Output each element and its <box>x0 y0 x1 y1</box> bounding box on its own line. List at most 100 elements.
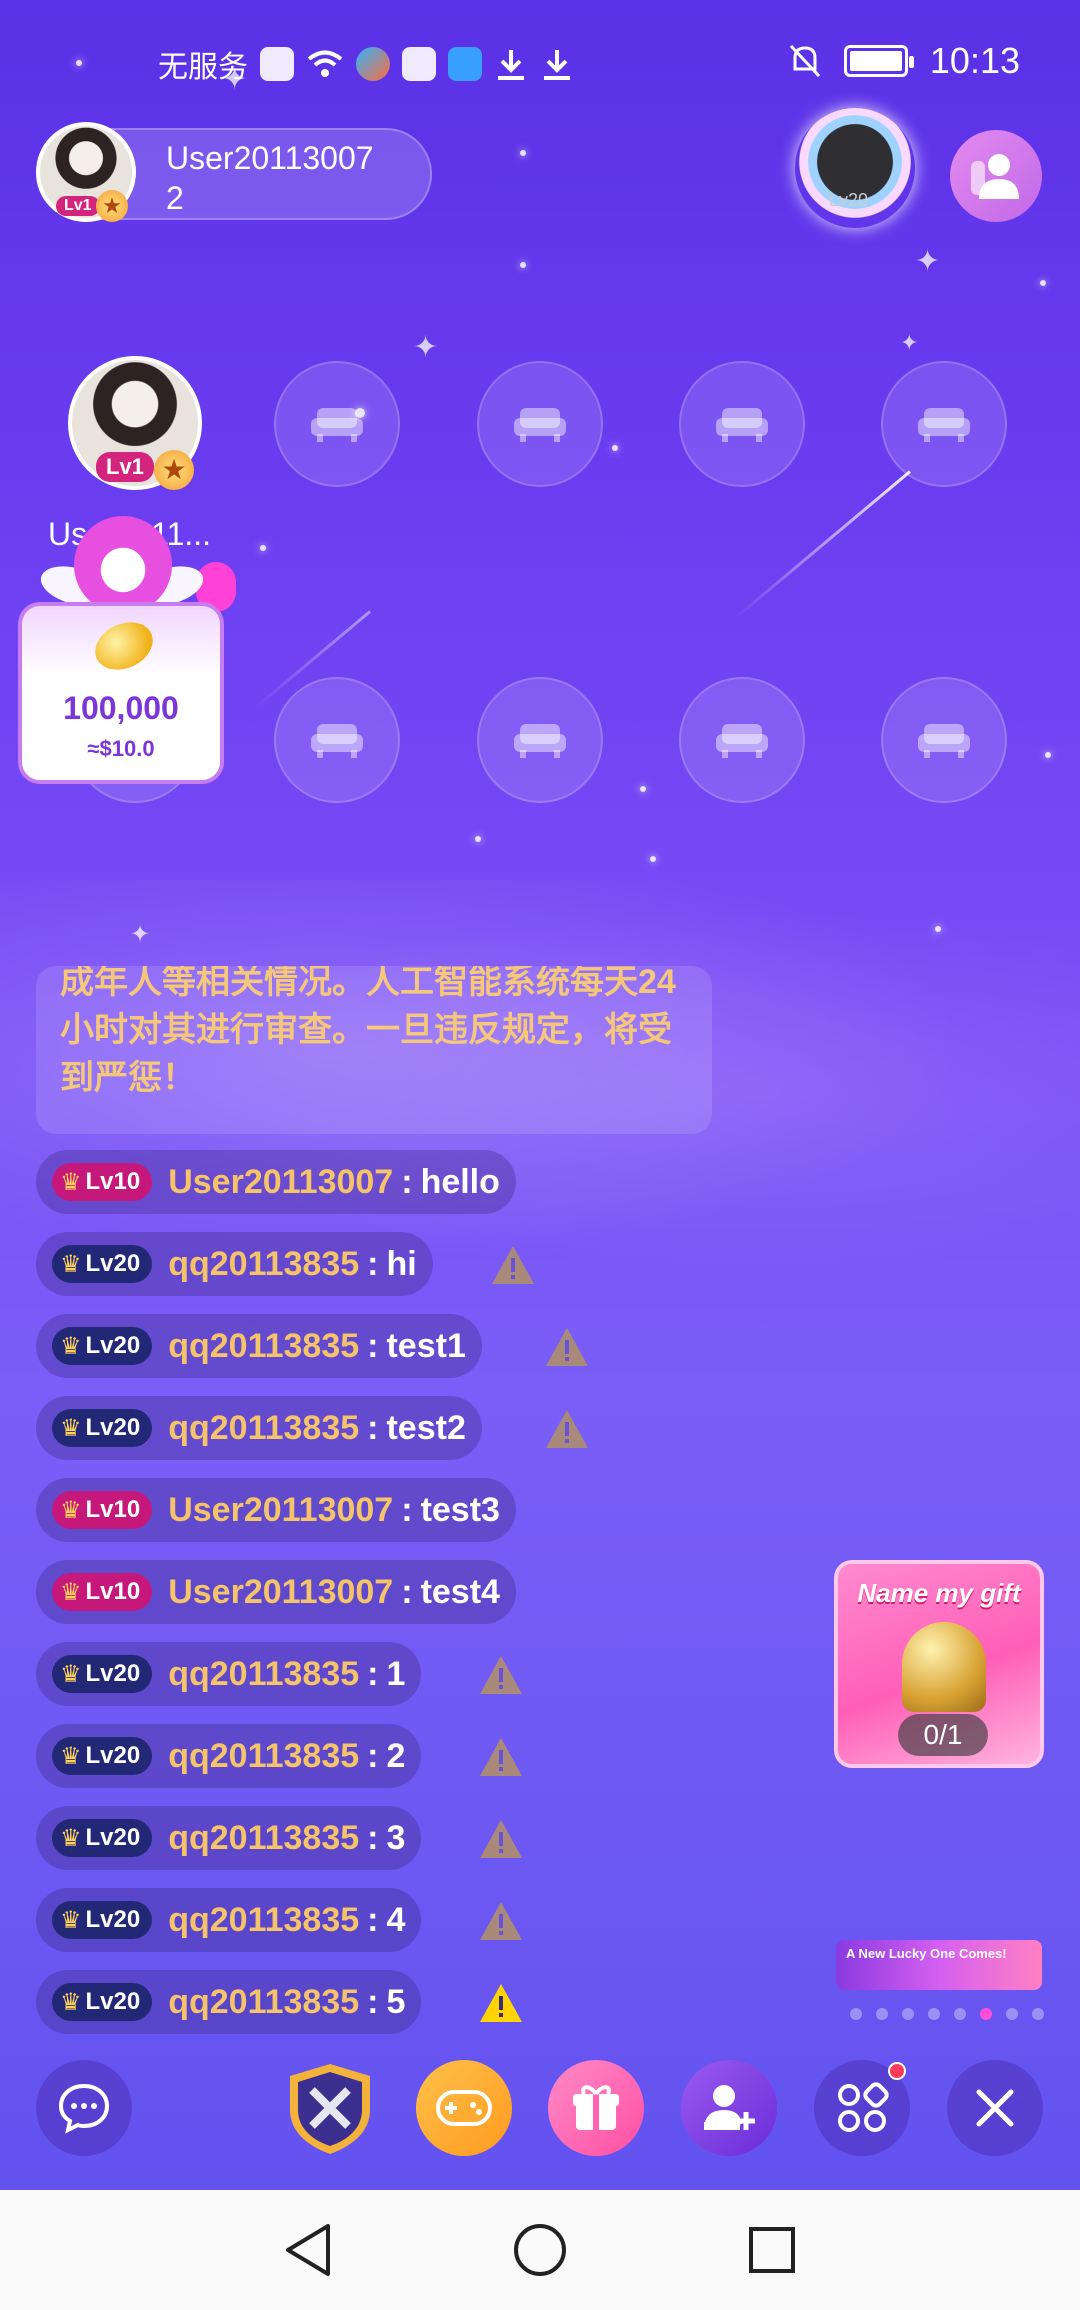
message-username[interactable]: qq20113835 <box>168 1409 359 1448</box>
message-username[interactable]: qq20113835 <box>168 1901 359 1940</box>
room-notice-text: 成年人等相关情况。人工智能系统每天24 小时对其进行审查。一旦违反规定，将受到严… <box>60 966 676 1097</box>
chat-message[interactable]: ♛ Lv20 qq20113835:1 <box>36 1642 422 1706</box>
lucky-one-banner[interactable]: A New Lucky One Comes! <box>836 1940 1042 1990</box>
crown-icon: ♛ <box>60 1742 82 1770</box>
system-navigation-bar <box>0 2190 1080 2310</box>
star-badge-icon: ★ <box>154 450 194 490</box>
message-separator: : <box>367 1654 379 1693</box>
more-apps-button[interactable] <box>814 2060 910 2156</box>
wifi-icon <box>307 50 343 77</box>
message-separator: : <box>367 1244 379 1283</box>
chat-message[interactable]: ♛ Lv20 qq20113835: test1 <box>36 1314 482 1378</box>
sofa-icon <box>918 408 970 442</box>
star-decoration <box>520 150 526 156</box>
message-username[interactable]: User20113007 <box>168 1573 393 1612</box>
empty-seat[interactable] <box>679 677 805 803</box>
message-username[interactable]: qq20113835 <box>168 1655 359 1694</box>
empty-seat[interactable] <box>274 361 400 487</box>
page-dot-active <box>980 2008 992 2020</box>
chat-button[interactable] <box>36 2060 132 2156</box>
name-my-gift-card[interactable]: Name my gift 0/1 <box>834 1560 1044 1768</box>
profile-button[interactable] <box>950 130 1042 222</box>
nav-recents-button[interactable] <box>742 2220 802 2280</box>
star-decoration <box>640 786 646 792</box>
level-badge: ♛ Lv10 <box>52 1163 153 1201</box>
game-button[interactable] <box>416 2060 512 2156</box>
nav-home-button[interactable] <box>510 2220 570 2280</box>
chat-message[interactable]: ♛ Lv20 qq20113835:2 <box>36 1724 422 1788</box>
level-label: Lv20 <box>85 1332 141 1359</box>
gift-icon <box>573 2085 619 2130</box>
message-text: test4 <box>420 1572 500 1611</box>
empty-seat[interactable] <box>881 361 1007 487</box>
chat-message[interactable]: ♛ Lv20 qq20113835: test2 <box>36 1396 482 1460</box>
chat-bubble-icon <box>58 2083 110 2134</box>
level-badge: ♛ Lv20 <box>52 1327 153 1365</box>
message-username[interactable]: User20113007 <box>168 1491 393 1530</box>
battle-button[interactable] <box>282 2060 378 2156</box>
chat-message[interactable]: ♛ Lv20 qq20113835:4 <box>36 1888 422 1952</box>
warning-icon[interactable] <box>478 1900 524 1942</box>
level-label: Lv10 <box>85 1168 141 1195</box>
message-username[interactable]: qq20113835 <box>168 1737 359 1776</box>
chat-message[interactable]: ♛ Lv20 qq20113835:5 <box>36 1970 422 2034</box>
crown-icon: ♛ <box>60 1660 82 1688</box>
close-room-button[interactable] <box>947 2060 1043 2156</box>
message-username[interactable]: qq20113835 <box>168 1819 359 1858</box>
invite-user-button[interactable] <box>681 2060 777 2156</box>
empty-seat[interactable] <box>477 677 603 803</box>
message-username[interactable]: qq20113835 <box>168 1983 359 2022</box>
sparkle-decoration: ✦ <box>900 330 919 355</box>
meteor-decoration <box>732 470 911 621</box>
mascot-icon <box>74 516 172 614</box>
empty-seat[interactable] <box>477 361 603 487</box>
empty-seat[interactable] <box>274 677 400 803</box>
star-decoration <box>260 545 266 551</box>
level-label: Lv20 <box>85 1988 141 2015</box>
level-badge: ♛ Lv10 <box>52 1491 153 1529</box>
message-username[interactable]: User20113007 <box>168 1163 393 1202</box>
chat-message[interactable]: ♛ Lv10 User20113007: hello <box>36 1150 516 1214</box>
warning-icon[interactable] <box>478 1736 524 1778</box>
message-text: 2 <box>386 1736 406 1775</box>
star-decoration <box>935 926 941 932</box>
gift-button[interactable] <box>548 2060 644 2156</box>
sofa-icon <box>311 408 363 442</box>
warning-icon[interactable] <box>490 1244 536 1286</box>
warning-icon[interactable] <box>544 1326 590 1368</box>
warning-icon[interactable] <box>478 1654 524 1696</box>
level-label: Lv20 <box>85 1742 141 1769</box>
download-icon <box>498 50 524 80</box>
message-separator: : <box>367 1900 379 1939</box>
gift-reward-card[interactable]: 100,000 ≈$10.0 <box>18 602 224 784</box>
sofa-icon <box>918 724 970 758</box>
bell-icon <box>902 1622 986 1712</box>
warning-icon[interactable] <box>478 1818 524 1860</box>
level-label: Lv20 <box>85 1906 141 1933</box>
level-badge: ♛ Lv20 <box>52 1655 153 1693</box>
star-decoration <box>1040 280 1046 286</box>
message-username[interactable]: qq20113835 <box>168 1245 359 1284</box>
clock: 10:13 <box>929 40 1020 81</box>
chat-message[interactable]: ♛ Lv10 User20113007: test3 <box>36 1478 516 1542</box>
warning-icon[interactable] <box>478 1982 524 2024</box>
empty-seat[interactable] <box>881 677 1007 803</box>
message-separator: : <box>401 1162 413 1201</box>
star-decoration <box>612 445 618 451</box>
chat-message[interactable]: ♛ Lv10 User20113007: test4 <box>36 1560 516 1624</box>
add-user-icon <box>704 2085 755 2130</box>
nav-back-button[interactable] <box>278 2220 338 2280</box>
message-separator: : <box>367 1818 379 1857</box>
message-username[interactable]: qq20113835 <box>168 1327 359 1366</box>
status-left: 无服务 <box>158 42 574 86</box>
message-separator: : <box>367 1326 379 1365</box>
top-right-avatar-frame[interactable]: Lv20 <box>795 108 915 228</box>
page-dot <box>876 2008 888 2020</box>
lucky-banner-text: A New Lucky One Comes! <box>846 1946 1007 1961</box>
empty-seat[interactable] <box>679 361 805 487</box>
chat-message[interactable]: ♛ Lv20 qq20113835:3 <box>36 1806 422 1870</box>
crown-icon: ♛ <box>60 1988 82 2016</box>
level-label: Lv10 <box>85 1578 141 1605</box>
chat-message[interactable]: ♛ Lv20 qq20113835: hi <box>36 1232 433 1296</box>
warning-icon[interactable] <box>544 1408 590 1450</box>
